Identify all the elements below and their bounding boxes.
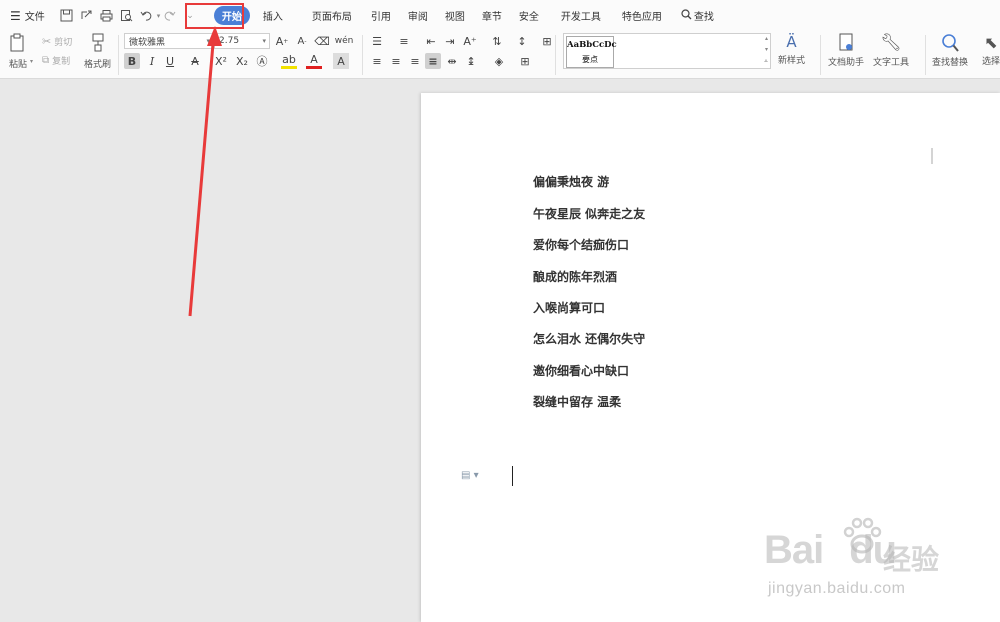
text-line[interactable]: 爱你每个结痂伤口 <box>533 236 629 253</box>
margin-corner-top-right <box>931 148 933 164</box>
text-line[interactable]: 裂缝中留存 温柔 <box>533 393 621 410</box>
text-line[interactable]: 酿成的陈年烈酒 <box>533 268 617 285</box>
text-line[interactable]: 怎么泪水 还偶尔失守 <box>533 330 645 347</box>
text-line[interactable]: 午夜星辰 似奔走之友 <box>533 205 645 222</box>
text-cursor <box>512 466 513 486</box>
paragraph-layout-icon[interactable]: ▤ ▾ <box>461 470 479 481</box>
text-line[interactable]: 邀你细看心中缺口 <box>533 362 629 379</box>
watermark-brand: Bai du <box>764 528 897 572</box>
watermark-cn: 经验 <box>883 543 940 576</box>
baidu-watermark: Bai du 经验 jingyan.baidu.com <box>758 508 958 608</box>
text-line[interactable]: 偏偏秉烛夜 游 <box>533 173 609 190</box>
watermark-url: jingyan.baidu.com <box>768 580 906 597</box>
text-line[interactable]: 入喉尚算可口 <box>533 299 605 316</box>
margin-corner-top-left <box>495 148 511 164</box>
